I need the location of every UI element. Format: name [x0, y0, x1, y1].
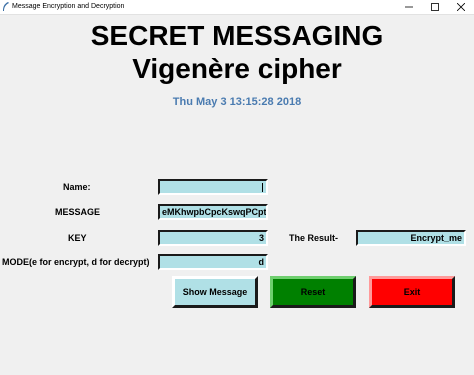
mode-label: MODE(e for encrypt, d for decrypt) — [2, 257, 150, 267]
name-label: Name: — [63, 182, 91, 192]
maximize-button[interactable] — [422, 0, 448, 14]
message-label: MESSAGE — [55, 207, 101, 217]
message-field[interactable]: eMKhwpbCpcKswqPCpt — [158, 204, 268, 220]
page-subtitle: Vigenère cipher — [132, 53, 342, 84]
minimize-icon — [405, 6, 413, 8]
result-label: The Result- — [289, 233, 339, 243]
current-datetime: Thu May 3 13:15:28 2018 — [172, 96, 302, 108]
page-title: SECRET MESSAGING — [90, 20, 384, 51]
close-button[interactable] — [448, 0, 474, 14]
maximize-icon — [431, 3, 439, 11]
text-cursor — [262, 183, 263, 192]
result-field[interactable]: Encrypt_me — [356, 230, 466, 246]
window-title: Message Encryption and Decryption — [12, 3, 125, 10]
close-icon — [457, 3, 465, 11]
mode-field[interactable]: d — [158, 254, 268, 270]
minimize-button[interactable] — [396, 0, 422, 14]
window-titlebar: Message Encryption and Decryption — [0, 0, 474, 15]
feather-app-icon — [3, 2, 9, 11]
exit-button[interactable]: Exit — [369, 276, 455, 308]
name-field[interactable] — [158, 179, 268, 195]
show-message-button[interactable]: Show Message — [172, 276, 258, 308]
reset-button[interactable]: Reset — [270, 276, 356, 308]
key-label: KEY — [68, 233, 87, 243]
key-field[interactable]: 3 — [158, 230, 268, 246]
